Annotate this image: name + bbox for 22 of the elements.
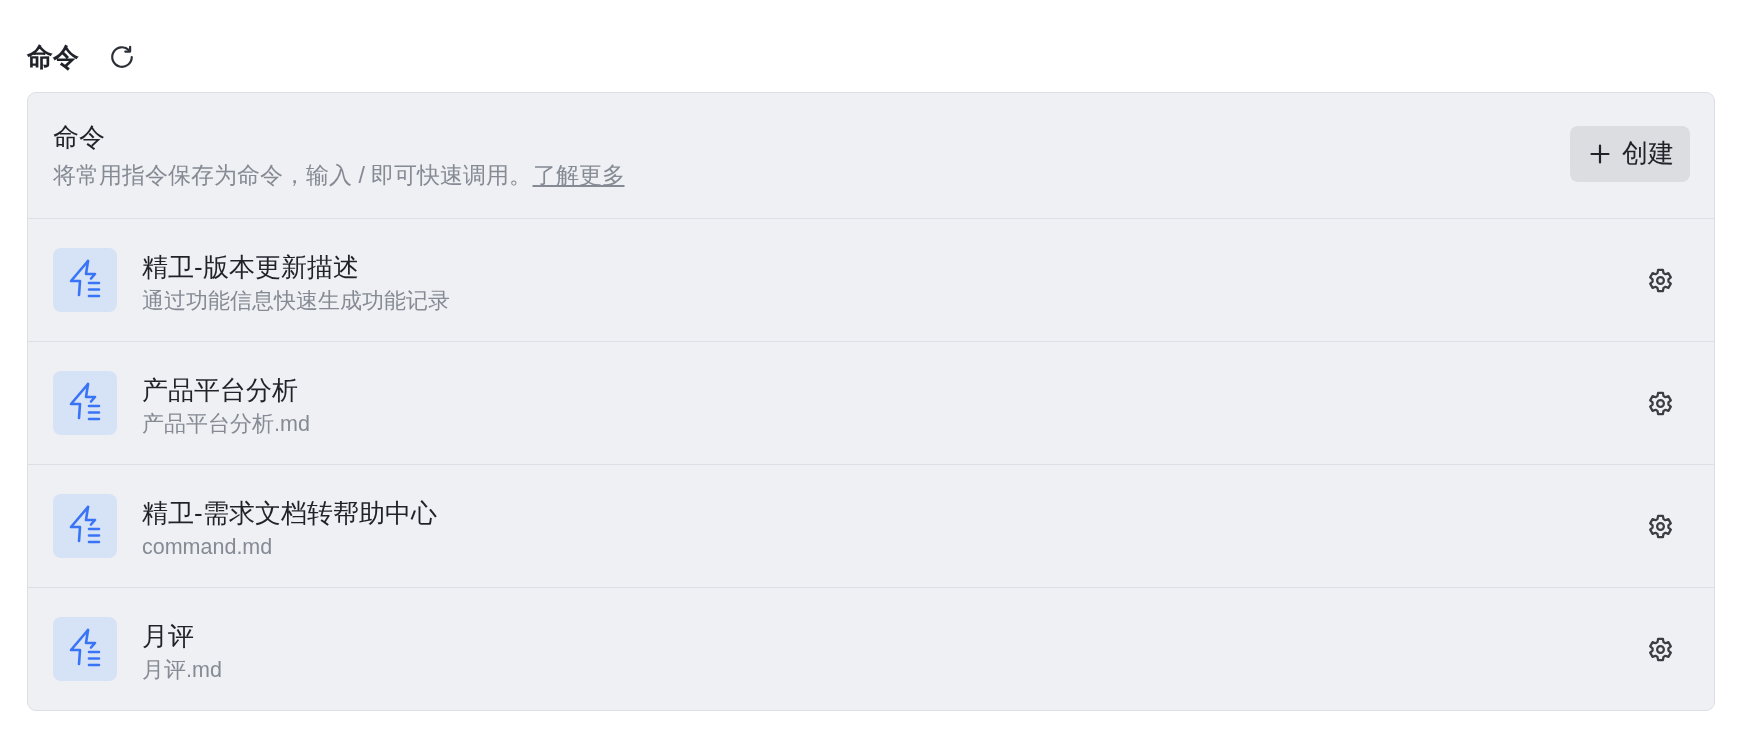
- command-title: 精卫-版本更新描述: [142, 250, 359, 284]
- lightning-icon: [53, 494, 117, 558]
- command-description: 月评.md: [142, 656, 222, 684]
- page-title: 命令: [27, 41, 79, 74]
- settings-icon[interactable]: [1647, 635, 1674, 663]
- command-description: command.md: [142, 533, 273, 561]
- settings-icon[interactable]: [1647, 266, 1674, 294]
- create-button[interactable]: 创建: [1570, 125, 1690, 182]
- settings-icon[interactable]: [1647, 389, 1674, 417]
- lightning-icon: [53, 617, 117, 681]
- plus-icon: [1590, 143, 1610, 164]
- lightning-icon: [53, 371, 117, 435]
- command-description: 产品平台分析.md: [142, 410, 310, 438]
- refresh-icon[interactable]: [109, 44, 135, 70]
- section-title: 命令: [53, 120, 105, 154]
- lightning-icon: [53, 248, 117, 312]
- settings-icon[interactable]: [1647, 512, 1674, 540]
- section-description: 将常用指令保存为命令，输入 / 即可快速调用。了解更多: [53, 160, 625, 190]
- command-title: 产品平台分析: [142, 373, 298, 407]
- command-description: 通过功能信息快速生成功能记录: [142, 287, 450, 315]
- command-title: 月评: [142, 619, 194, 653]
- command-title: 精卫-需求文档转帮助中心: [142, 496, 437, 530]
